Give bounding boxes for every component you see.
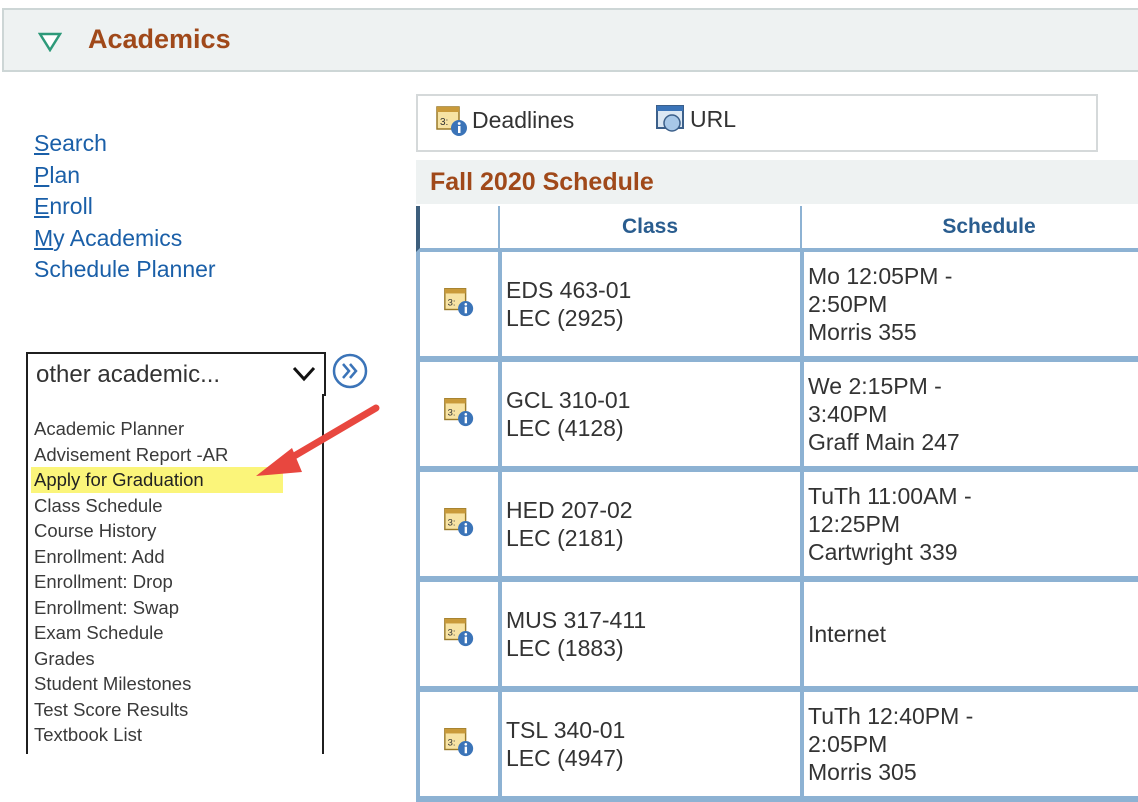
calendar-info-icon: 3: [436, 106, 467, 136]
deadlines-label: Deadlines [472, 106, 575, 133]
nav-link-search[interactable]: Search [34, 128, 216, 160]
schedule-room: Cartwright 339 [808, 539, 958, 565]
option-exam-schedule[interactable]: Exam Schedule [31, 620, 283, 646]
go-button-icon[interactable] [330, 352, 370, 390]
section-header: Academics [2, 8, 1138, 72]
svg-text:3:: 3: [448, 298, 456, 309]
option-academic-planner[interactable]: Academic Planner [31, 416, 283, 442]
other-academic-select[interactable]: other academic... [26, 352, 326, 396]
option-student-milestones[interactable]: Student Milestones [31, 671, 283, 697]
class-cell: EDS 463-01 LEC (2925) [498, 252, 800, 362]
class-detail-icon-cell[interactable]: 3: [416, 582, 498, 692]
option-course-history[interactable]: Course History [31, 518, 283, 544]
svg-text:3:: 3: [448, 518, 456, 529]
schedule-cell: TuTh 12:40PM -2:05PM Morris 305 [800, 692, 1138, 802]
schedule-time: Internet [808, 621, 886, 647]
calendar-info-icon: 3: [444, 508, 474, 537]
schedule-time-end: 3:40PM [808, 401, 888, 427]
calendar-info-icon: 3: [444, 728, 474, 757]
nav-link-plan[interactable]: Plan [34, 160, 216, 192]
class-cell: MUS 317-411 LEC (1883) [498, 582, 800, 692]
schedule-time: Mo 12:05PM - [808, 263, 953, 289]
option-class-schedule[interactable]: Class Schedule [31, 493, 283, 519]
class-cell: TSL 340-01 LEC (4947) [498, 692, 800, 802]
url-window-icon [656, 105, 684, 132]
column-header-icon [416, 206, 498, 252]
table-row: 3: HED 207-02 LEC (2181) TuTh 11:00AM -12… [416, 472, 1138, 582]
table-row: 3: GCL 310-01 LEC (4128) We 2:15PM -3:40P… [416, 362, 1138, 472]
column-header-class: Class [498, 206, 800, 252]
class-course: MUS 317-411 [506, 607, 647, 633]
nav-link-schedule-planner[interactable]: Schedule Planner [34, 254, 216, 286]
class-course: GCL 310-01 [506, 387, 631, 413]
class-cell: HED 207-02 LEC (2181) [498, 472, 800, 582]
class-detail-icon-cell[interactable]: 3: [416, 472, 498, 582]
class-detail-icon-cell[interactable]: 3: [416, 362, 498, 472]
option-enrollment-drop[interactable]: Enrollment: Drop [31, 569, 283, 595]
deadlines-link[interactable]: 3: Deadlines [434, 102, 574, 138]
schedule-table: Class Schedule 3: EDS 463-01 LEC (2925) M… [416, 206, 1138, 802]
calendar-info-icon: 3: [444, 398, 474, 427]
class-section: LEC (4128) [506, 415, 624, 441]
svg-text:3:: 3: [448, 408, 456, 419]
schedule-room: Morris 355 [808, 319, 917, 345]
select-value: other academic... [36, 361, 221, 388]
schedule-cell: TuTh 11:00AM -12:25PM Cartwright 339 [800, 472, 1138, 582]
class-section: LEC (2925) [506, 305, 624, 331]
chevron-down-icon [292, 366, 316, 382]
class-detail-icon-cell[interactable]: 3: [416, 692, 498, 802]
option-enrollment-swap[interactable]: Enrollment: Swap [31, 595, 283, 621]
nav-link-enroll[interactable]: Enroll [34, 191, 216, 223]
schedule-time: We 2:15PM - [808, 373, 942, 399]
red-arrow-annotation [256, 404, 380, 476]
option-textbook-list[interactable]: Textbook List [31, 722, 283, 748]
nav-link-my-academics[interactable]: My Academics [34, 223, 216, 255]
schedule-time-end: 2:05PM [808, 731, 888, 757]
class-detail-icon-cell[interactable]: 3: [416, 252, 498, 362]
option-grades[interactable]: Grades [31, 646, 283, 672]
class-course: HED 207-02 [506, 497, 633, 523]
schedule-time-end: 2:50PM [808, 291, 888, 317]
url-label: URL [690, 105, 737, 132]
triangle-down-icon[interactable] [38, 32, 62, 52]
option-advisement-report[interactable]: Advisement Report -AR [31, 442, 283, 468]
academics-nav: Search Plan Enroll My Academics Schedule… [34, 128, 216, 286]
option-apply-for-graduation[interactable]: Apply for Graduation [31, 467, 283, 493]
schedule-title-bar: Fall 2020 Schedule [416, 160, 1138, 204]
url-link[interactable]: URL [654, 102, 736, 136]
calendar-info-icon: 3: [444, 618, 474, 647]
table-row: 3: TSL 340-01 LEC (4947) TuTh 12:40PM -2:… [416, 692, 1138, 802]
schedule-time-end: 12:25PM [808, 511, 901, 537]
section-title: Academics [88, 24, 231, 54]
option-enrollment-add[interactable]: Enrollment: Add [31, 544, 283, 570]
schedule-links-box: 3: Deadlines URL [416, 94, 1098, 152]
column-header-schedule: Schedule [800, 206, 1138, 252]
svg-text:3:: 3: [448, 628, 456, 639]
option-list: Academic Planner Advisement Report -AR A… [31, 416, 283, 748]
schedule-cell: Mo 12:05PM -2:50PM Morris 355 [800, 252, 1138, 362]
class-section: LEC (4947) [506, 745, 624, 771]
class-cell: GCL 310-01 LEC (4128) [498, 362, 800, 472]
schedule-room: Graff Main 247 [808, 429, 960, 455]
table-header-row: Class Schedule [416, 206, 1138, 252]
option-test-score-results[interactable]: Test Score Results [31, 697, 283, 723]
schedule-title: Fall 2020 Schedule [430, 168, 654, 196]
schedule-time: TuTh 12:40PM - [808, 703, 974, 729]
schedule-time: TuTh 11:00AM - [808, 483, 972, 509]
table-row: 3: MUS 317-411 LEC (1883) Internet [416, 582, 1138, 692]
class-section: LEC (2181) [506, 525, 624, 551]
calendar-info-icon: 3: [444, 288, 474, 317]
svg-text:3:: 3: [448, 738, 456, 749]
schedule-room: Morris 305 [808, 759, 917, 785]
schedule-cell: Internet [800, 582, 1138, 692]
class-section: LEC (1883) [506, 635, 624, 661]
svg-text:3:: 3: [440, 117, 448, 128]
class-course: EDS 463-01 [506, 277, 632, 303]
table-row: 3: EDS 463-01 LEC (2925) Mo 12:05PM -2:50… [416, 252, 1138, 362]
class-course: TSL 340-01 [506, 717, 626, 743]
schedule-cell: We 2:15PM -3:40PM Graff Main 247 [800, 362, 1138, 472]
